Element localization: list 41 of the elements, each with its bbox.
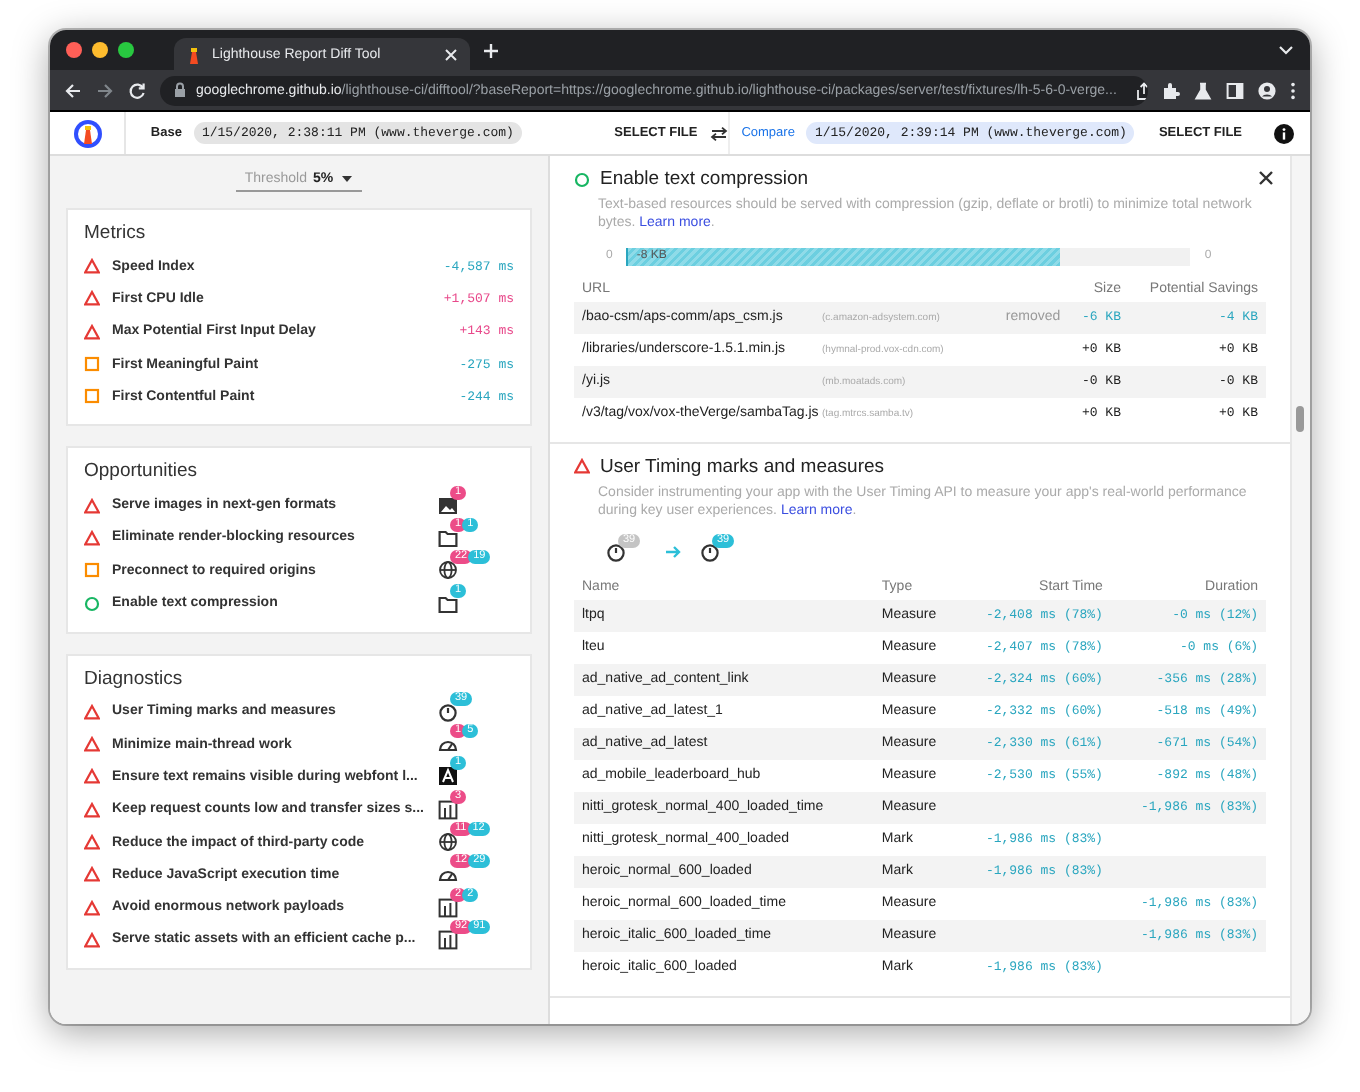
bar-chart-icon xyxy=(438,897,458,918)
caret-icon xyxy=(339,174,354,184)
stopwatch-icon xyxy=(606,541,626,562)
lock-icon xyxy=(174,82,186,98)
window-close-button[interactable] xyxy=(66,42,82,58)
section-title: Diagnostics xyxy=(84,667,185,690)
window-zoom-button[interactable] xyxy=(118,42,134,58)
close-icon[interactable] xyxy=(1258,170,1274,186)
stopwatch-icon xyxy=(438,701,458,722)
lighthouse-icon xyxy=(186,45,202,63)
new-tab-icon[interactable] xyxy=(482,41,500,59)
font-icon xyxy=(438,766,458,787)
right-arrow-icon xyxy=(664,543,682,560)
profile-icon[interactable] xyxy=(1258,81,1276,99)
swap-arrows-icon xyxy=(709,125,728,141)
back-arrow-icon[interactable] xyxy=(64,81,82,99)
audit-title: User Timing marks and measures xyxy=(600,455,885,478)
globe-icon xyxy=(438,560,458,581)
section-title: Opportunities xyxy=(84,460,200,483)
bar-chart-icon xyxy=(438,799,458,820)
close-icon xyxy=(444,47,458,61)
bar-chart-icon xyxy=(438,929,458,950)
puzzle-icon[interactable] xyxy=(1162,81,1180,99)
forward-arrow-icon[interactable] xyxy=(96,81,114,99)
section-title: Metrics xyxy=(84,222,148,244)
sidebar-icon[interactable] xyxy=(1226,81,1244,99)
flask-icon[interactable] xyxy=(1194,81,1212,99)
info-icon[interactable] xyxy=(1274,123,1294,143)
window-minimize-button[interactable] xyxy=(92,42,108,58)
stopwatch-icon xyxy=(700,541,720,562)
lighthouse-logo-icon xyxy=(73,119,102,147)
folder-icon xyxy=(438,593,458,614)
share-icon xyxy=(1136,81,1148,99)
scrollbar-thumb[interactable] xyxy=(1296,406,1304,432)
chevron-down-icon xyxy=(1278,42,1294,58)
more-menu-icon[interactable] xyxy=(1290,81,1296,99)
folder-icon xyxy=(438,527,458,548)
image-icon xyxy=(438,495,458,516)
globe-icon xyxy=(438,832,458,852)
audit-title: Enable text compression xyxy=(600,168,809,190)
reload-icon[interactable] xyxy=(128,81,146,99)
